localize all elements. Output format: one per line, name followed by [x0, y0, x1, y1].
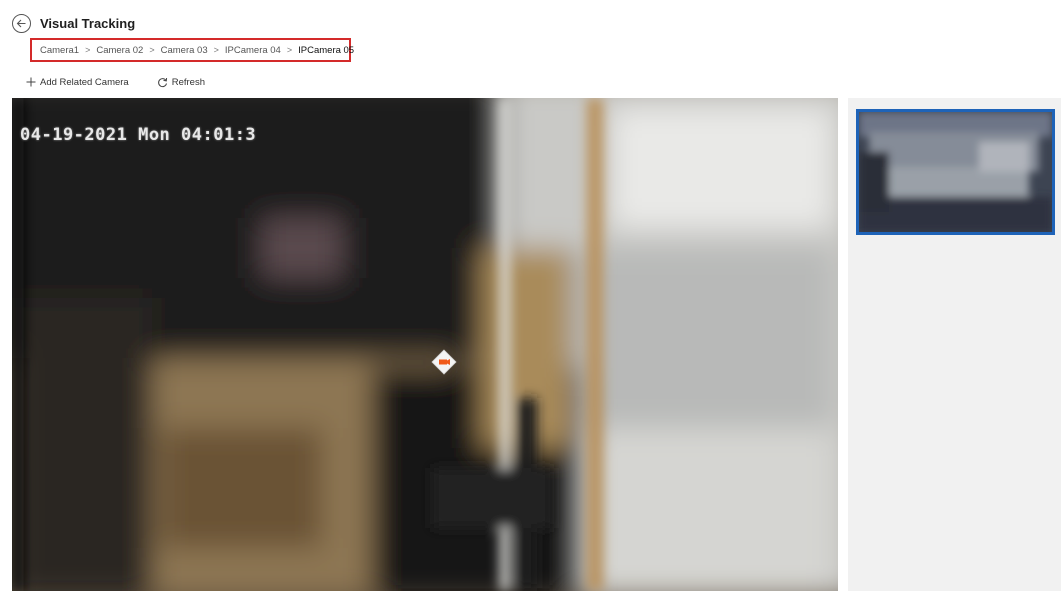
visual-tracking-app: Visual Tracking Camera1 > Camera 02 > Ca… [0, 0, 1061, 591]
breadcrumb-separator: > [213, 45, 219, 55]
refresh-label: Refresh [171, 76, 205, 88]
breadcrumb-separator: > [286, 45, 293, 55]
toolbar: Add Related Camera Refresh [26, 74, 233, 90]
breadcrumb-item-camera-02[interactable]: Camera 02 [96, 45, 143, 56]
live-video-view[interactable]: 04-19-2021 Mon 04:01:3 [12, 98, 838, 591]
video-frame [12, 98, 838, 591]
related-camera-panel [848, 98, 1061, 591]
refresh-icon [157, 77, 168, 88]
add-related-camera-button[interactable]: Add Related Camera [26, 77, 129, 88]
breadcrumb: Camera1 > Camera 02 > Camera 03 > IPCame… [30, 38, 355, 62]
back-arrow-icon [16, 19, 26, 28]
plus-icon [26, 77, 36, 87]
video-timestamp: 04-19-2021 Mon 04:01:3 [20, 125, 257, 145]
related-camera-thumbnail[interactable] [856, 109, 1055, 235]
breadcrumb-item-camera1[interactable]: Camera1 [40, 45, 79, 56]
add-related-camera-label: Add Related Camera [40, 76, 129, 88]
breadcrumb-item-ipcamera-04[interactable]: IPCamera 04 [225, 45, 281, 56]
page-title: Visual Tracking [40, 16, 136, 31]
breadcrumb-separator: > [149, 45, 155, 55]
breadcrumb-item-ipcamera-05: IPCamera 05 [298, 44, 355, 56]
back-button[interactable] [12, 14, 31, 33]
camera-location-icon[interactable] [430, 348, 458, 376]
breadcrumb-item-camera-03[interactable]: Camera 03 [161, 45, 208, 56]
header: Visual Tracking Camera1 > Camera 02 > Ca… [0, 0, 1061, 95]
thumbnail-frame [859, 112, 1052, 232]
breadcrumb-separator: > [85, 45, 91, 55]
refresh-button[interactable]: Refresh [157, 77, 205, 88]
